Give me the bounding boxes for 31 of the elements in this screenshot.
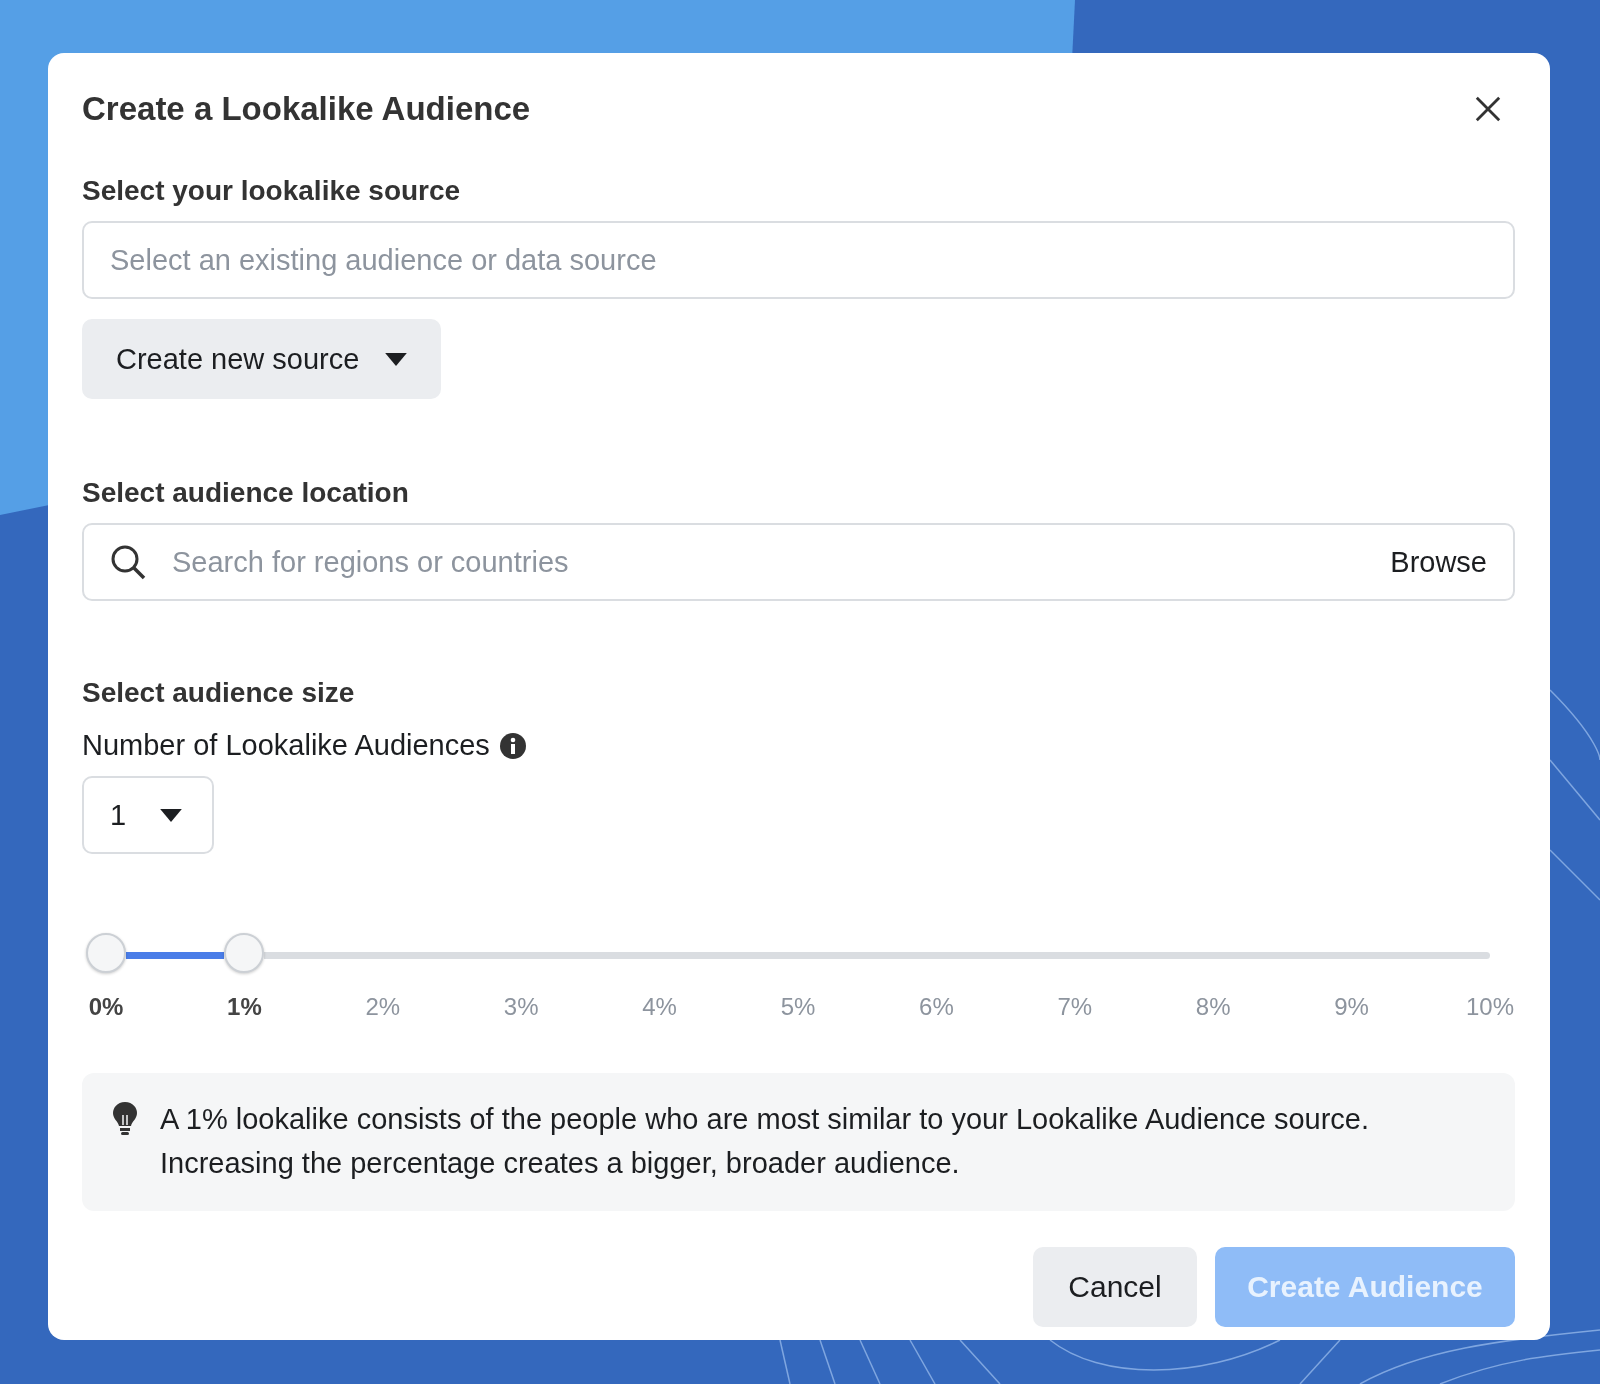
slider-handle[interactable]	[86, 933, 126, 973]
tick-label: 1%	[227, 993, 262, 1021]
tick-label: 5%	[780, 993, 816, 1021]
dialog-title: Create a Lookalike Audience	[82, 90, 531, 128]
tick-label: 2%	[365, 993, 401, 1021]
tick-label: 7%	[1057, 993, 1093, 1021]
cancel-button[interactable]: Cancel	[1033, 1247, 1197, 1327]
tick-label: 10%	[1466, 993, 1514, 1021]
field-label: Number of Lookalike Audiences	[82, 729, 490, 762]
section-label: Select audience location	[82, 477, 410, 509]
close-icon[interactable]	[1474, 95, 1502, 123]
tick-label: 0%	[88, 993, 124, 1021]
lightbulb-icon	[112, 1101, 138, 1137]
caret-icon	[385, 352, 408, 366]
tick-label: 6%	[919, 993, 954, 1021]
caret-icon	[160, 808, 183, 822]
section-label: Select audience size	[82, 677, 356, 709]
tick-label: 4%	[642, 993, 677, 1021]
tick-label: 8%	[1195, 993, 1231, 1021]
tip-text: A 1% lookalike consists of the people who are most similar to your Lookalike Audience source. Increasing the percentage creates a bigger, broader audience.	[160, 1102, 1370, 1181]
search-icon	[110, 544, 146, 580]
section-label: Select your lookalike source	[82, 175, 462, 207]
location-search-field[interactable]: Search for regions or countries Browse	[82, 523, 1515, 601]
count-dropdown[interactable]: 1	[82, 776, 214, 854]
info-icon	[499, 732, 526, 759]
slider-handle[interactable]	[224, 933, 265, 973]
source-field[interactable]: Select an existing audience or data source	[82, 221, 1515, 299]
browse-link[interactable]: Browse	[1390, 545, 1487, 579]
tick-label: 9%	[1334, 993, 1369, 1021]
tick-label: 3%	[503, 993, 539, 1021]
create-source-button[interactable]: Create new source	[82, 319, 442, 399]
